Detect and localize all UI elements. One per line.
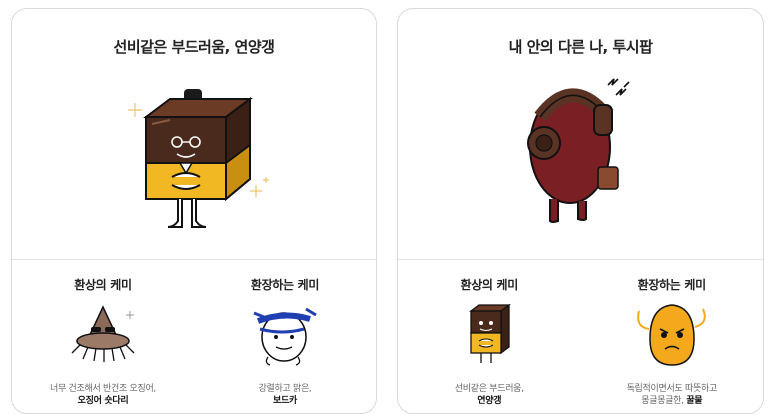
desc-highlight: 꿀물: [686, 396, 703, 406]
chemistry-bad-section: 환장하는 케미 강렬하고 맑은, 보드카: [194, 259, 376, 413]
chemistry-description: 독립적이면서도 따뜻하고 몽글몽글한, 꿀물: [581, 383, 764, 407]
desc-line-2: 몽글몽글한, 꿀물: [581, 395, 764, 407]
desc-line: 강렬하고 맑은,: [258, 384, 312, 394]
card-tootsiepop: 내 안의 다른 나, 투시팝 환상의 케미 선비같은 부드러움, 연양갱 환장하…: [397, 8, 764, 414]
desc-line: 몽글몽글한,: [641, 396, 687, 406]
honey-character-illustration: [636, 304, 706, 366]
desc-line: 너무 건조해서 반건조 오징어,: [49, 384, 156, 394]
desc-highlight: 연양갱: [477, 396, 502, 406]
sub-title: 환장하는 케미: [637, 278, 707, 292]
desc-highlight: 오징어 숏다리: [77, 396, 129, 406]
chemistry-description: 강렬하고 맑은, 보드카: [194, 383, 376, 407]
sub-title: 환상의 케미: [74, 278, 132, 292]
desc-line: 선비같은 부드러움,: [454, 384, 524, 394]
chemistry-good-section: 환상의 케미 선비같은 부드러움, 연양갱: [398, 259, 581, 413]
card-yanggaeng: 선비같은 부드러움, 연양갱 환상의 케미 너무 건조해서 반건조 오징어, 오…: [11, 8, 377, 414]
desc-line: 독립적이면서도 따뜻하고: [626, 384, 718, 394]
tootsiepop-character-illustration: [527, 78, 630, 223]
sub-title: 환상의 케미: [460, 278, 519, 292]
yanggaeng-character-illustration: [128, 89, 269, 228]
vodka-character-illustration: [253, 307, 317, 366]
sub-title: 환장하는 케미: [250, 278, 320, 292]
chemistry-description: 선비같은 부드러움, 연양갱: [398, 383, 581, 407]
yanggaeng-mini-illustration: [469, 303, 512, 363]
squid-character-illustration: [71, 305, 135, 362]
chemistry-bad-section: 환장하는 케미 독립적이면서도 따뜻하고 몽글몽글한, 꿀물: [581, 259, 764, 413]
chemistry-description: 너무 건조해서 반건조 오징어, 오징어 숏다리: [12, 383, 194, 407]
chemistry-good-section: 환상의 케미 너무 건조해서 반건조 오징어, 오징어 숏다리: [12, 259, 194, 413]
desc-highlight: 보드카: [273, 396, 297, 406]
